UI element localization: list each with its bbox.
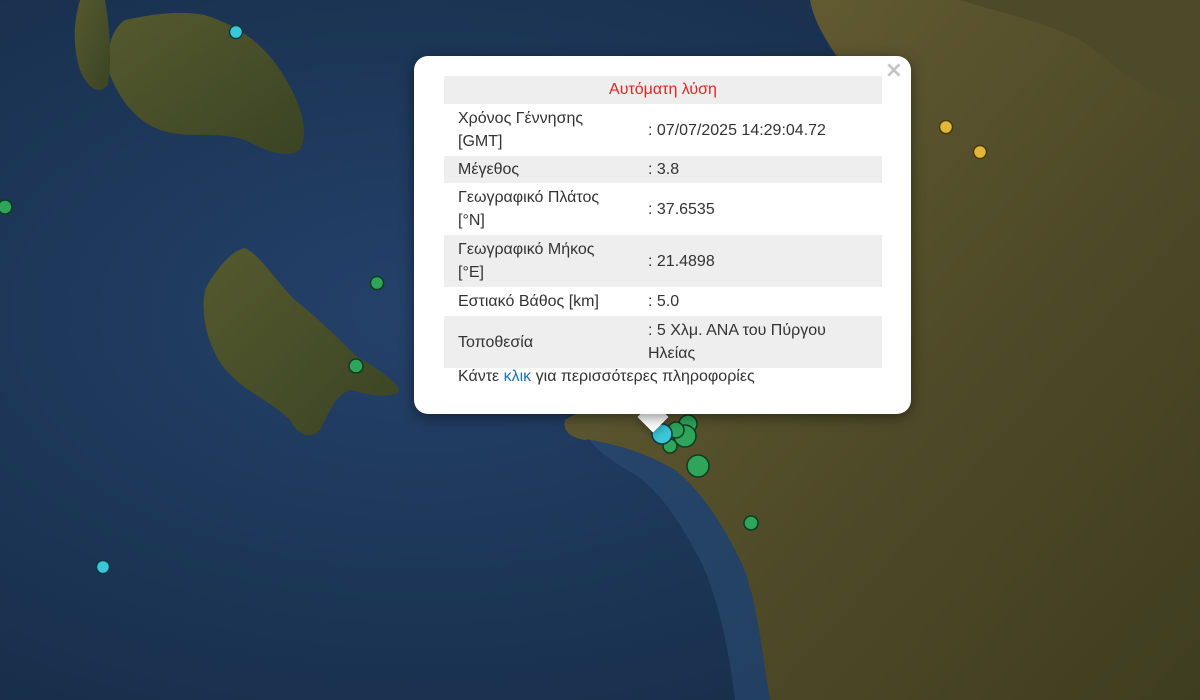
more-info-prefix: Κάντε <box>458 368 504 385</box>
detail-value: : 3.8 <box>638 156 882 183</box>
close-icon[interactable]: × <box>885 60 903 82</box>
quake-marker-green[interactable] <box>369 275 385 291</box>
detail-value: : 5.0 <box>648 293 680 310</box>
detail-value: : 21.4898 <box>638 235 882 287</box>
detail-label: Μέγεθος <box>444 156 638 183</box>
detail-row-magnitude: Μέγεθος : 3.8 <box>444 156 882 183</box>
detail-label: Εστιακό Βάθος [km] <box>458 293 599 310</box>
detail-row-longitude: Γεωγραφικό Μήκος [°E] : 21.4898 <box>444 235 882 287</box>
quake-marker-green[interactable] <box>348 358 364 374</box>
quake-marker-green[interactable] <box>743 515 759 531</box>
more-info-text: Κάντε κλικ για περισσότερες πληροφορίες <box>458 368 755 386</box>
quake-marker-cyan[interactable] <box>228 24 244 40</box>
quake-marker-green[interactable] <box>0 199 13 215</box>
popup-title: Αυτόματη λύση <box>444 76 882 104</box>
detail-row-location: Τοποθεσία : 5 Χλμ. ΑΝΑ του Πύργου Ηλείας <box>444 316 882 368</box>
quake-marker-cyan[interactable] <box>95 559 111 575</box>
earthquake-popup: × Αυτόματη λύση Χρόνος Γέννησης [GMT] : … <box>414 56 911 414</box>
detail-row-latitude: Γεωγραφικό Πλάτος [°N] : 37.6535 <box>444 183 882 235</box>
quake-marker-yellow[interactable] <box>938 119 954 135</box>
more-info-link[interactable]: κλικ <box>504 368 532 385</box>
popup-tip-cover <box>630 396 676 414</box>
detail-label: Χρόνος Γέννησης [GMT] <box>458 110 584 150</box>
detail-value: : 5 Χλμ. ΑΝΑ του Πύργου Ηλείας <box>638 316 882 368</box>
detail-label: Γεωγραφικό Μήκος [°E] <box>444 235 638 287</box>
earthquake-details-table: Χρόνος Γέννησης [GMT] : 07/07/2025 14:29… <box>444 104 882 368</box>
detail-row-origin-time: Χρόνος Γέννησης [GMT] : 07/07/2025 14:29… <box>444 104 882 156</box>
detail-row-depth: Εστιακό Βάθος [km] : 5.0 <box>444 287 882 316</box>
quake-marker-yellow[interactable] <box>972 144 988 160</box>
detail-value: : 07/07/2025 14:29:04.72 <box>648 121 826 139</box>
detail-label: Γεωγραφικό Πλάτος [°N] <box>458 189 600 229</box>
detail-value: : 37.6535 <box>648 200 715 218</box>
quake-marker-green[interactable] <box>686 454 710 478</box>
more-info-suffix: για περισσότερες πληροφορίες <box>531 368 755 385</box>
detail-label: Τοποθεσία <box>444 316 638 368</box>
